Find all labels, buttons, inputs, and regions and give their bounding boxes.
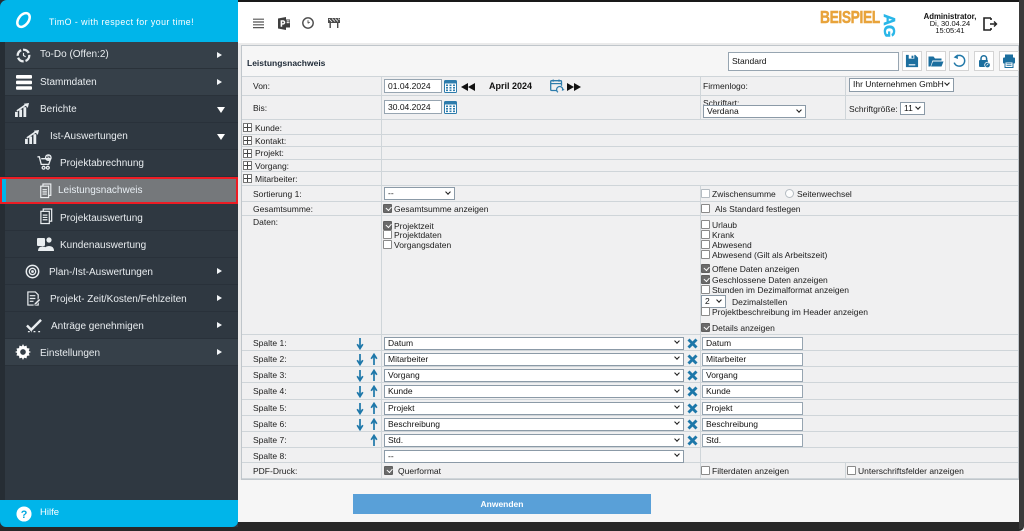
svg-text:?: ? (21, 509, 28, 521)
svg-text:$: $ (47, 156, 50, 162)
